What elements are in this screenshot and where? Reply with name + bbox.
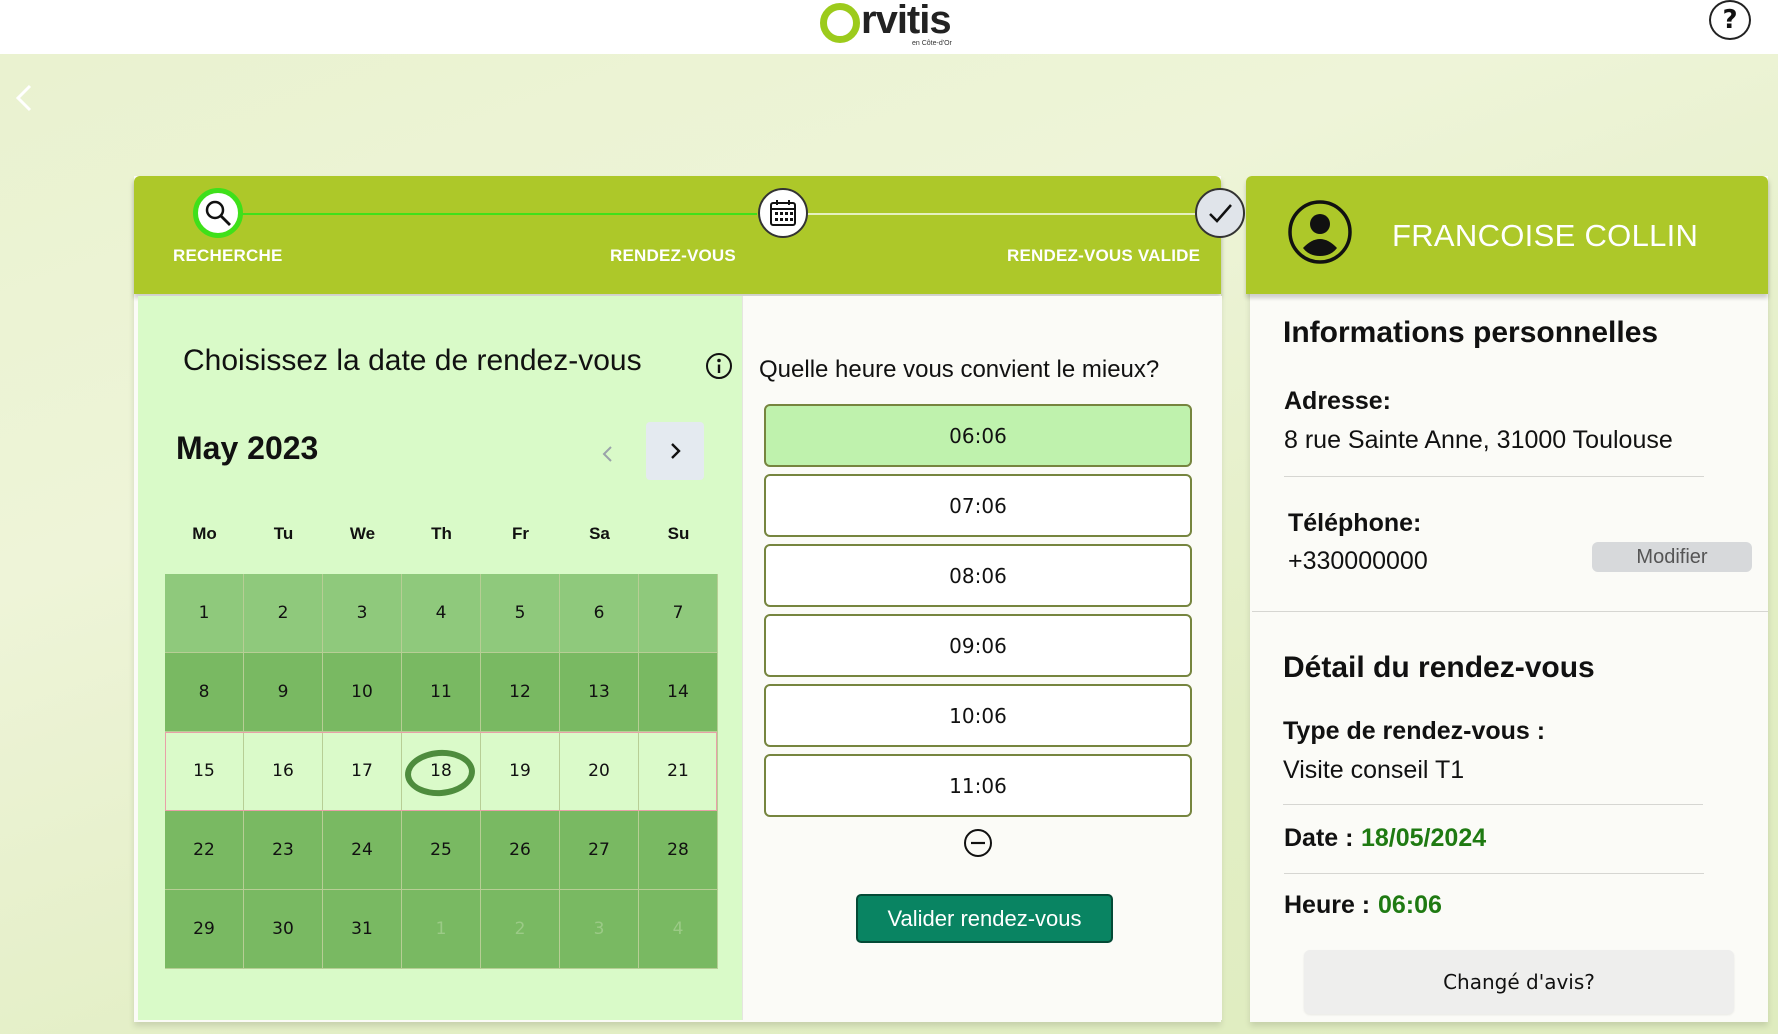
weekday-label: Su bbox=[667, 524, 690, 543]
calendar-day[interactable]: 4 bbox=[402, 574, 481, 653]
divider bbox=[1283, 804, 1703, 805]
divider bbox=[1284, 873, 1704, 874]
calendar-day[interactable]: 22 bbox=[165, 811, 244, 890]
calendar-day: 2 bbox=[481, 890, 560, 969]
calendar-day[interactable]: 12 bbox=[481, 653, 560, 732]
calendar-day[interactable]: 23 bbox=[244, 811, 323, 890]
calendar-day[interactable]: 27 bbox=[560, 811, 639, 890]
calendar-day[interactable]: 31 bbox=[323, 890, 402, 969]
calendar-day[interactable]: 25 bbox=[402, 811, 481, 890]
logo-o-mark bbox=[820, 3, 860, 43]
calendar-day[interactable]: 10 bbox=[323, 653, 402, 732]
calendar-day[interactable]: 21 bbox=[639, 732, 718, 811]
appointment-detail-heading: Détail du rendez-vous bbox=[1283, 651, 1595, 684]
calendar-day[interactable]: 9 bbox=[244, 653, 323, 732]
time-label: Heure : bbox=[1284, 891, 1371, 919]
time-slot-button[interactable]: 11:06 bbox=[764, 754, 1192, 817]
calendar-day[interactable]: 28 bbox=[639, 811, 718, 890]
step-rendez-vous[interactable] bbox=[758, 188, 808, 238]
calendar-day[interactable]: 16 bbox=[244, 732, 323, 811]
time-slot-button[interactable]: 07:06 bbox=[764, 474, 1192, 537]
weekday-label: Tu bbox=[273, 524, 294, 543]
calendar-grid: 1 2 3 4 5 6 7 8 9 10 11 12 13 14 15 16 17 18 19 20 21 22 23 24 2… bbox=[165, 574, 718, 969]
calendar-day[interactable]: 11 bbox=[402, 653, 481, 732]
calendar-day[interactable]: 24 bbox=[323, 811, 402, 890]
weekday-label: We bbox=[349, 524, 376, 543]
step-recherche[interactable] bbox=[193, 188, 243, 238]
user-name: FRANCOISE COLLIN bbox=[1392, 218, 1699, 253]
calendar-day[interactable]: 20 bbox=[560, 732, 639, 811]
back-button[interactable] bbox=[8, 78, 38, 118]
calendar-day[interactable]: 3 bbox=[323, 574, 402, 653]
collapse-minus-icon[interactable] bbox=[963, 828, 993, 858]
validate-appointment-button[interactable]: Valider rendez-vous bbox=[856, 894, 1113, 943]
progress-stepper: RECHERCHE RENDEZ-VOUS RENDEZ-VOUS VALIDE bbox=[134, 176, 1245, 294]
time-value: 06:06 bbox=[1378, 891, 1442, 919]
chevron-left-icon bbox=[602, 446, 612, 462]
date-label: Date : bbox=[1284, 824, 1354, 852]
time-slot-button[interactable]: 08:06 bbox=[764, 544, 1192, 607]
chevron-right-icon bbox=[671, 443, 681, 459]
month-label: May 2023 bbox=[176, 430, 319, 466]
search-icon bbox=[205, 200, 231, 226]
chevron-left-icon bbox=[15, 84, 32, 112]
step-connector-1 bbox=[224, 213, 757, 215]
calendar-day[interactable]: 1 bbox=[165, 574, 244, 653]
previous-month-button[interactable] bbox=[592, 438, 624, 470]
calendar-day: 3 bbox=[560, 890, 639, 969]
calendar-day[interactable]: 30 bbox=[244, 890, 323, 969]
next-month-button[interactable] bbox=[646, 422, 704, 480]
orvitis-logo: rvitis bbox=[820, 0, 952, 44]
appointment-type-value: Visite conseil T1 bbox=[1283, 756, 1465, 784]
calendar-day[interactable]: 5 bbox=[481, 574, 560, 653]
change-mind-button[interactable]: Changé d'avis? bbox=[1304, 950, 1734, 1014]
date-picker-title: Choisissez la date de rendez-vous bbox=[183, 344, 642, 377]
logo-text: rvitis bbox=[861, 0, 952, 42]
calendar-day[interactable]: 29 bbox=[165, 890, 244, 969]
calendar-icon bbox=[770, 200, 796, 226]
address-value: 8 rue Sainte Anne, 31000 Toulouse bbox=[1284, 426, 1673, 454]
step-label-rendez-vous: RENDEZ-VOUS bbox=[610, 246, 736, 265]
weekday-label: Th bbox=[431, 524, 452, 543]
address-label: Adresse: bbox=[1284, 387, 1391, 415]
check-icon bbox=[1209, 204, 1232, 223]
info-icon[interactable] bbox=[705, 352, 733, 380]
calendar-day[interactable]: 15 bbox=[165, 732, 244, 811]
calendar-day: 1 bbox=[402, 890, 481, 969]
time-question: Quelle heure vous convient le mieux? bbox=[759, 356, 1160, 383]
appointment-type-label: Type de rendez-vous : bbox=[1283, 717, 1546, 745]
calendar-day[interactable]: 18 bbox=[402, 732, 481, 811]
section-divider bbox=[1252, 611, 1768, 612]
logo-subtitle: en Côte-d'Or bbox=[912, 40, 952, 47]
phone-label: Téléphone: bbox=[1288, 509, 1422, 537]
calendar-day[interactable]: 19 bbox=[481, 732, 560, 811]
step-label-recherche: RECHERCHE bbox=[173, 246, 283, 265]
weekday-label: Mo bbox=[192, 524, 217, 543]
user-avatar-icon bbox=[1288, 200, 1352, 264]
calendar-day[interactable]: 2 bbox=[244, 574, 323, 653]
calendar-day[interactable]: 13 bbox=[560, 653, 639, 732]
calendar-day[interactable]: 26 bbox=[481, 811, 560, 890]
step-rendez-vous-valide[interactable] bbox=[1195, 188, 1245, 238]
step-connector-2 bbox=[807, 213, 1195, 215]
calendar-day[interactable]: 14 bbox=[639, 653, 718, 732]
divider bbox=[1284, 476, 1704, 477]
calendar-day: 4 bbox=[639, 890, 718, 969]
time-slot-button[interactable]: 06:06 bbox=[764, 404, 1192, 467]
time-slot-button[interactable]: 10:06 bbox=[764, 684, 1192, 747]
calendar-day[interactable]: 6 bbox=[560, 574, 639, 653]
step-label-rendez-vous-valide: RENDEZ-VOUS VALIDE bbox=[1007, 246, 1201, 265]
help-button[interactable]: ? bbox=[1709, 0, 1751, 40]
phone-value: +330000000 bbox=[1288, 547, 1428, 575]
personal-info-heading: Informations personnelles bbox=[1283, 316, 1659, 349]
date-value: 18/05/2024 bbox=[1361, 824, 1487, 852]
weekday-label: Sa bbox=[589, 524, 610, 543]
calendar-day[interactable]: 8 bbox=[165, 653, 244, 732]
time-slot-button[interactable]: 09:06 bbox=[764, 614, 1192, 677]
weekday-label: Fr bbox=[512, 524, 529, 543]
calendar-day[interactable]: 17 bbox=[323, 732, 402, 811]
calendar-day[interactable]: 7 bbox=[639, 574, 718, 653]
modify-button[interactable]: Modifier bbox=[1592, 542, 1752, 572]
